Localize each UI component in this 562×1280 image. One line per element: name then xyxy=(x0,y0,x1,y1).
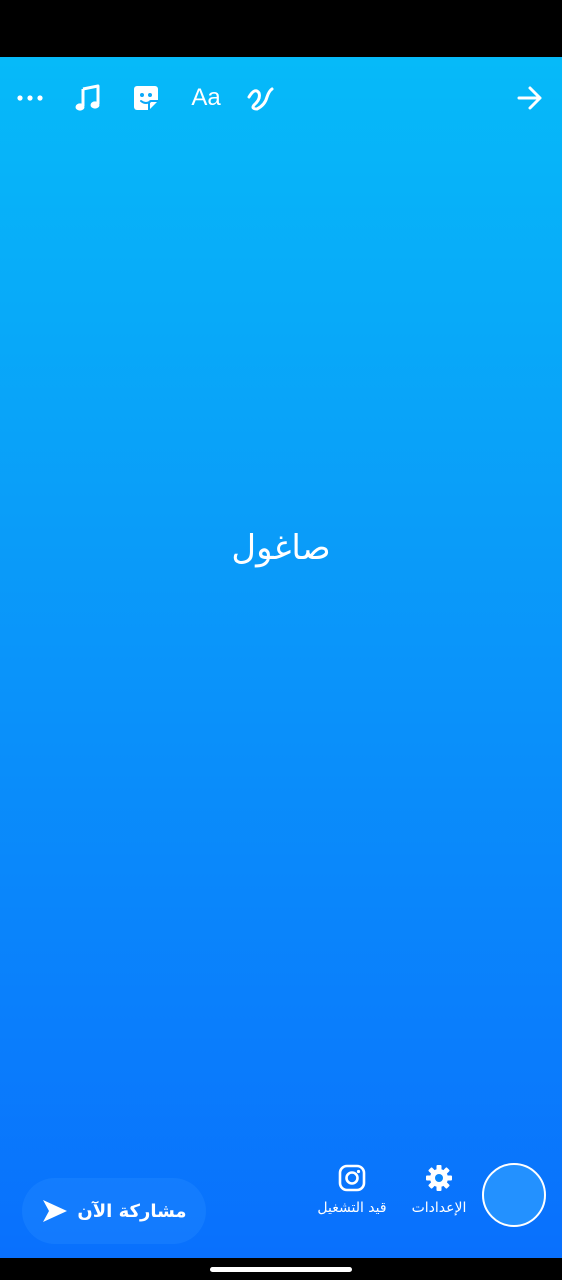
instagram-toggle[interactable]: قيد التشغيل xyxy=(306,1164,398,1216)
text-tool-label: Aa xyxy=(191,84,221,111)
story-text[interactable]: صاغول xyxy=(0,528,562,568)
next-button[interactable] xyxy=(514,80,546,116)
settings-label: الإعدادات xyxy=(411,1200,467,1216)
draw-button[interactable] xyxy=(244,80,276,116)
more-horizontal-icon xyxy=(17,95,43,101)
sticker-button[interactable] xyxy=(130,80,162,116)
capture-button[interactable] xyxy=(482,1163,546,1227)
share-now-button[interactable]: مشاركة الآن xyxy=(22,1178,206,1244)
story-canvas[interactable] xyxy=(0,57,562,1258)
sticker-icon xyxy=(134,86,158,110)
text-tool-button[interactable]: Aa xyxy=(186,80,226,116)
settings-button[interactable]: الإعدادات xyxy=(402,1164,476,1216)
share-now-label: مشاركة الآن xyxy=(77,1200,187,1222)
music-note-icon xyxy=(75,84,100,111)
home-indicator[interactable] xyxy=(210,1267,352,1272)
arrow-right-icon xyxy=(517,86,542,110)
more-options-button[interactable] xyxy=(14,80,46,116)
instagram-status-label: قيد التشغيل xyxy=(317,1200,387,1216)
status-bar xyxy=(0,0,562,57)
gear-icon xyxy=(426,1165,452,1191)
squiggle-draw-icon xyxy=(247,87,274,111)
send-arrow-icon xyxy=(43,1200,68,1222)
music-button[interactable] xyxy=(72,80,104,116)
instagram-icon xyxy=(338,1164,366,1192)
